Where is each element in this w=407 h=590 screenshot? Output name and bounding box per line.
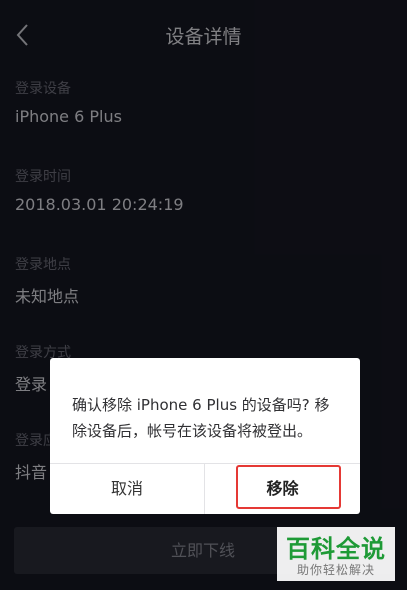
dialog-message: 确认移除 iPhone 6 Plus 的设备吗? 移除设备后，帐号在该设备将被登… bbox=[72, 396, 330, 440]
cancel-button[interactable]: 取消 bbox=[50, 464, 204, 514]
watermark-title: 百科全说 bbox=[286, 535, 386, 563]
watermark-subtitle: 助你轻松解决 bbox=[296, 563, 375, 577]
remove-button-highlight bbox=[236, 465, 341, 509]
watermark-logo: 百科全说 助你轻松解决 bbox=[277, 527, 395, 581]
